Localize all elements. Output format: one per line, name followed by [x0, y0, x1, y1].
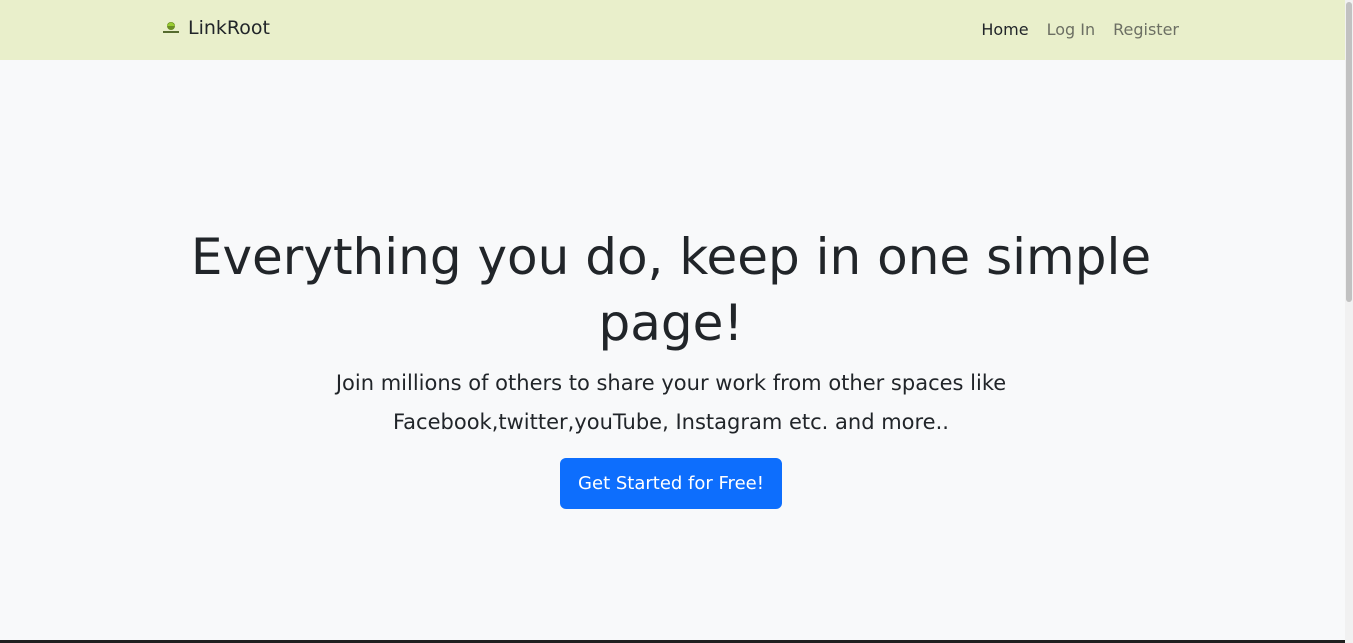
brand-link[interactable]: LinkRoot [160, 16, 270, 40]
hero-title: Everything you do, keep in one simple pa… [190, 228, 1152, 352]
page-body: Everything you do, keep in one simple pa… [0, 60, 1345, 643]
nav-link-home[interactable]: Home [981, 18, 1028, 42]
hero-section: Everything you do, keep in one simple pa… [155, 116, 1187, 643]
hero-subtitle: Join millions of others to share your wo… [335, 371, 1007, 434]
linkroot-logo-icon [160, 20, 182, 36]
top-navbar: LinkRoot Home Log In Register [0, 0, 1345, 60]
nav-link-login[interactable]: Log In [1047, 18, 1096, 42]
get-started-button[interactable]: Get Started for Free! [560, 458, 782, 509]
nav-link-register[interactable]: Register [1113, 18, 1179, 42]
vertical-scrollbar[interactable] [1345, 0, 1353, 643]
brand-name: LinkRoot [188, 17, 270, 39]
scrollbar-thumb[interactable] [1346, 2, 1352, 302]
nav-links: Home Log In Register [981, 18, 1179, 42]
